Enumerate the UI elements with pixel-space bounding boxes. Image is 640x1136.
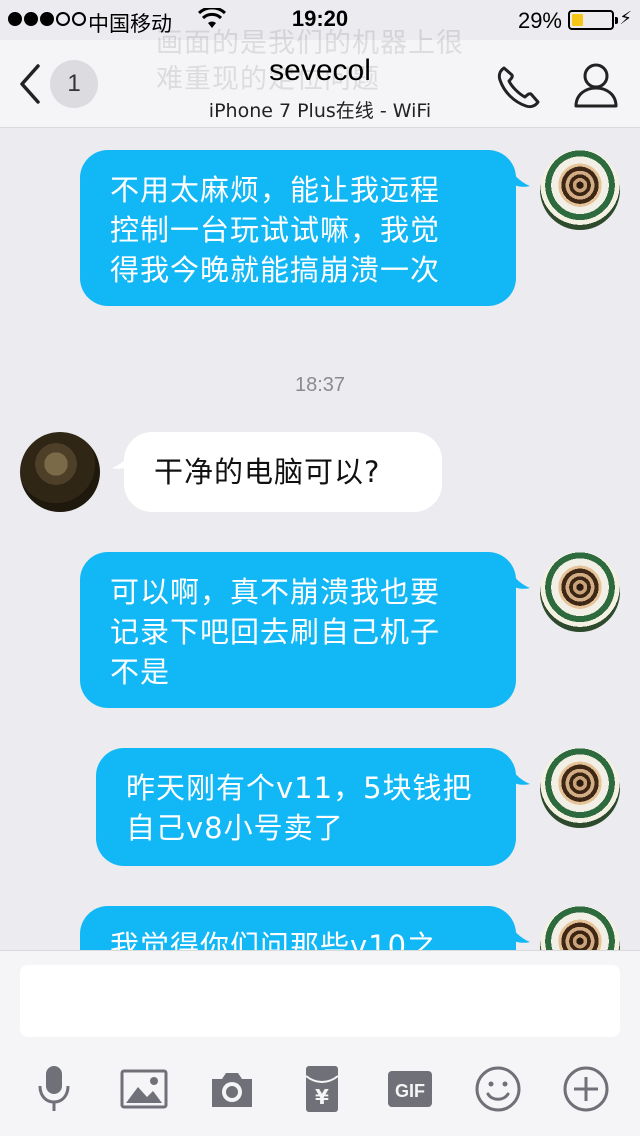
contact-status: iPhone 7 Plus在线 - WiFi bbox=[208, 100, 432, 122]
message-text-line: 自己v8小号卖了 bbox=[126, 811, 344, 845]
message-bubble-outgoing[interactable]: 昨天刚有个v11，5块钱把 自己v8小号卖了 bbox=[96, 748, 516, 866]
message-text-line: 干净的电脑可以? bbox=[154, 455, 381, 489]
message-bubble-incoming[interactable]: 干净的电脑可以? bbox=[124, 432, 442, 512]
microphone-icon[interactable] bbox=[26, 1061, 82, 1117]
phone-icon[interactable] bbox=[494, 62, 544, 112]
bubble-tail bbox=[508, 566, 530, 589]
my-avatar[interactable] bbox=[540, 150, 620, 230]
message-input[interactable] bbox=[20, 965, 620, 1037]
message-list[interactable]: 不用太麻烦，能让我远程 控制一台玩试试嘛，我觉 得我今晚就能搞崩溃一次 18:3… bbox=[0, 128, 640, 950]
message-bubble-outgoing[interactable]: 可以啊，真不崩溃我也要 记录下吧回去刷自己机子 不是 bbox=[80, 552, 516, 708]
message-timestamp: 18:37 bbox=[294, 374, 346, 396]
message-text-line: 不用太麻烦，能让我远程 bbox=[110, 173, 441, 207]
gif-icon[interactable]: GIF bbox=[382, 1061, 438, 1117]
battery-percentage: 29% bbox=[517, 8, 562, 33]
bubble-tail bbox=[508, 164, 530, 187]
battery-icon bbox=[568, 10, 618, 30]
camera-icon[interactable] bbox=[204, 1061, 260, 1117]
message-text-line: 我觉得你们问那些v10之 bbox=[110, 929, 438, 950]
charging-bolt-icon: ⚡ bbox=[619, 8, 632, 29]
message-text-line: 记录下吧回去刷自己机子 bbox=[110, 615, 441, 649]
message-bubble-outgoing[interactable]: 我觉得你们问那些v10之 bbox=[80, 906, 516, 950]
red-packet-icon[interactable]: ¥ bbox=[294, 1061, 350, 1117]
message-bubble-outgoing[interactable]: 不用太麻烦，能让我远程 控制一台玩试试嘛，我觉 得我今晚就能搞崩溃一次 bbox=[80, 150, 516, 306]
my-avatar[interactable] bbox=[540, 748, 620, 828]
gif-label: GIF bbox=[395, 1081, 425, 1101]
message-text-line: 不是 bbox=[110, 655, 171, 689]
contact-avatar[interactable] bbox=[20, 432, 100, 512]
contact-name: sevecol bbox=[269, 54, 371, 87]
bubble-tail bbox=[508, 920, 530, 943]
input-bar: ¥ GIF bbox=[0, 950, 640, 1136]
input-toolbar: ¥ GIF bbox=[0, 1061, 640, 1117]
my-avatar[interactable] bbox=[540, 552, 620, 632]
status-bar: 中国移动 19:20 29% ⚡ bbox=[0, 0, 640, 40]
my-avatar[interactable] bbox=[540, 906, 620, 950]
chat-header: 画面的是我们的机器上很 难重现的定位问题 1 sevecol iPhone 7 … bbox=[0, 28, 640, 128]
message-text-line: 可以啊，真不崩溃我也要 bbox=[110, 575, 441, 609]
emoji-icon[interactable] bbox=[470, 1061, 526, 1117]
message-text-line: 昨天刚有个v11，5块钱把 bbox=[126, 771, 473, 805]
plus-icon[interactable] bbox=[558, 1061, 614, 1117]
profile-icon[interactable] bbox=[572, 60, 620, 110]
image-icon[interactable] bbox=[116, 1061, 172, 1117]
battery-level bbox=[572, 14, 584, 26]
message-text-line: 得我今晚就能搞崩溃一次 bbox=[110, 253, 441, 287]
red-packet-symbol: ¥ bbox=[315, 1085, 329, 1109]
message-text-line: 控制一台玩试试嘛，我觉 bbox=[110, 213, 441, 247]
bubble-tail bbox=[508, 762, 530, 785]
